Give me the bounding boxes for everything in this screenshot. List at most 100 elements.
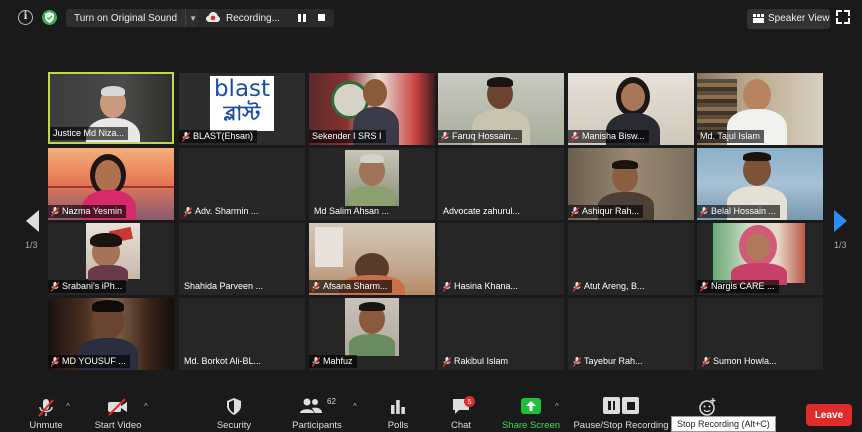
share-screen-arrow-icon [521,398,541,414]
participant-name-text: Ashiqur Rah... [582,206,640,216]
participant-tile[interactable]: Manisha Bisw... [568,73,694,145]
participant-tile[interactable]: Tayebur Rah... [568,298,694,370]
security-shield-icon [227,398,241,415]
participant-tile[interactable]: Nargis CARE ... [697,223,823,295]
participants-options-chevron-icon[interactable]: ^ [353,402,357,411]
share-screen-button[interactable]: Share Screen [500,388,562,432]
participant-tile[interactable]: Afsana Sharm... [309,223,435,295]
pause-stop-recording-label[interactable]: Pause/Stop Recording [572,420,670,431]
participant-name: Justice Md Niza... [50,127,129,140]
participant-tile[interactable]: Md Salim Ahsan ... [309,148,435,220]
encryption-shield-icon[interactable] [42,10,57,25]
participant-tile[interactable]: Mahfuz [309,298,435,370]
mic-muted-icon [573,356,581,367]
mic-muted-icon [702,356,710,367]
unmute-label[interactable]: Unmute [20,420,72,431]
participant-name-text: Md Salim Ahsan ... [314,206,390,216]
participant-tile[interactable]: blast ব্লাস্ট BLAST(Ehsan) [179,73,305,145]
participant-name: MD YOUSUF ... [48,355,130,368]
next-page-arrow-icon[interactable] [834,210,847,232]
participant-tile[interactable]: Belal Hossain ... [697,148,823,220]
participant-name: Belal Hossain ... [697,205,781,218]
participant-tile[interactable]: Srabani's iPh... [48,223,174,295]
chat-button[interactable]: 5 Chat [444,388,478,432]
participant-name-text: MD YOUSUF ... [62,356,126,366]
polls-label[interactable]: Polls [380,420,416,431]
share-options-chevron-icon[interactable]: ^ [555,402,559,411]
unmute-button[interactable]: Unmute [20,388,72,432]
info-icon[interactable]: i [18,10,33,25]
participant-name-text: Belal Hossain ... [711,206,777,216]
start-video-button[interactable]: Start Video [90,388,146,432]
participant-tile[interactable]: Adv. Sharmin ... [179,148,305,220]
start-video-label[interactable]: Start Video [90,420,146,431]
participant-tile[interactable]: Sekender I SRS I [309,73,435,145]
original-sound-label[interactable]: Turn on Original Sound [66,13,185,24]
security-button[interactable]: Security [206,388,262,432]
top-bar: i Turn on Original Sound ▼ Recording... … [0,0,862,34]
participant-name: Md. Borkot Ali-BL... [181,355,265,368]
stop-recording-tooltip: Stop Recording (Alt+C) [671,416,776,432]
mic-muted-icon [700,206,708,217]
participant-name-text: Mahfuz [323,356,353,366]
page-indicator-left: 1/3 [25,240,38,250]
mic-muted-icon [51,206,59,217]
participant-name-text: Nargis CARE ... [711,281,775,291]
mic-muted-icon [573,281,581,292]
speaker-view-button[interactable]: Speaker View [747,9,830,29]
participant-name-text: Md. Tajul Islam [700,131,760,141]
participant-tile[interactable]: Atut Areng, B... [568,223,694,295]
participant-tile[interactable]: Nazma Yesmin [48,148,174,220]
share-screen-label[interactable]: Share Screen [500,420,562,431]
polls-bar-chart-icon [391,400,405,414]
participant-tile[interactable]: Ashiqur Rah... [568,148,694,220]
participant-tile[interactable]: Hasina Khana... [438,223,564,295]
leave-button[interactable]: Leave [806,404,852,426]
video-off-icon [108,398,127,416]
pause-stop-recording-button[interactable]: Pause/Stop Recording [572,388,670,432]
participant-name: Advocate zahurul... [440,205,524,218]
participant-name: Sumon Howla... [699,355,781,368]
participants-icon [300,398,322,413]
participant-name: Md. Tajul Islam [697,130,764,143]
participants-button[interactable]: 62 Participants [286,388,348,432]
participant-tile[interactable]: Sumon Howla... [697,298,823,370]
mic-muted-icon [312,356,320,367]
participant-tile[interactable]: Advocate zahurul... [438,148,564,220]
fullscreen-icon[interactable] [836,10,850,24]
participant-tile[interactable]: Rakibul Islam [438,298,564,370]
participant-tile[interactable]: Shahida Parveen ... [179,223,305,295]
participant-tile[interactable]: Md. Tajul Islam [697,73,823,145]
participant-name: Manisha Bisw... [568,130,649,143]
previous-page-arrow-icon[interactable] [26,210,39,232]
participant-tile[interactable]: Faruq Hossain... [438,73,564,145]
participant-tile[interactable]: Justice Md Niza... [48,72,174,144]
mic-muted-icon [38,399,54,417]
mic-muted-icon [51,356,59,367]
participant-name: Hasina Khana... [440,280,522,293]
security-label[interactable]: Security [206,420,262,431]
speaker-view-label[interactable]: Speaker View [768,13,830,24]
mic-muted-icon [700,281,708,292]
chat-label[interactable]: Chat [444,420,478,431]
participant-name-text: Nazma Yesmin [62,206,123,216]
participant-name: Tayebur Rah... [570,355,647,368]
participant-name-text: Adv. Sharmin ... [195,206,259,216]
polls-button[interactable]: Polls [380,388,416,432]
participant-tile[interactable]: Md. Borkot Ali-BL... [179,298,305,370]
participant-tile[interactable]: MD YOUSUF ... [48,298,174,370]
participant-name-text: Shahida Parveen ... [184,281,264,291]
video-options-chevron-icon[interactable]: ^ [144,402,148,411]
participants-label[interactable]: Participants [286,420,348,431]
participant-name-text: Afsana Sharm... [323,281,388,291]
participant-name: Nazma Yesmin [48,205,127,218]
mic-muted-icon [184,206,192,217]
stop-recording-icon[interactable] [318,14,325,21]
participant-name: Faruq Hossain... [438,130,523,143]
participant-name-text: Justice Md Niza... [53,128,125,138]
pause-recording-icon[interactable] [298,14,306,22]
mic-muted-icon [312,281,320,292]
participant-name-text: Tayebur Rah... [584,356,643,366]
original-sound-toggle[interactable]: Turn on Original Sound ▼ [66,9,201,27]
audio-options-chevron-icon[interactable]: ^ [66,402,70,411]
